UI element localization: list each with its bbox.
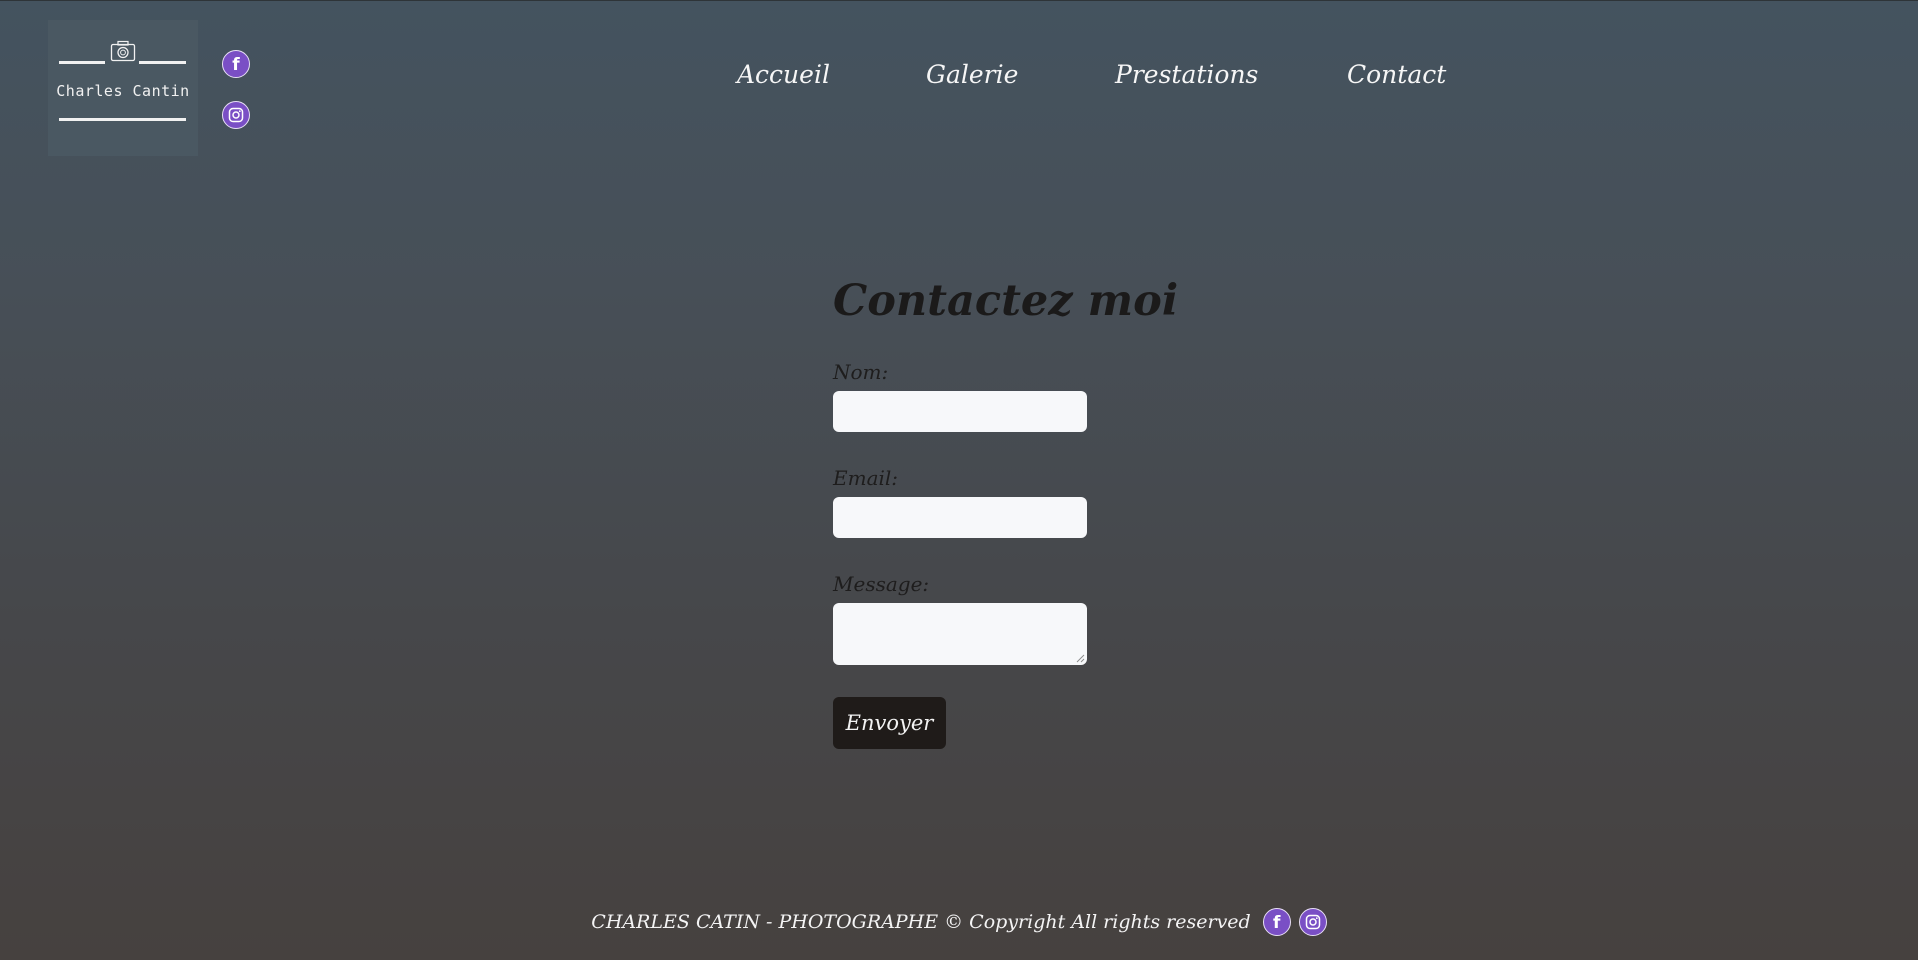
main-nav: Accueil Galerie Prestations Contact: [0, 60, 1918, 100]
page-title: Contactez moi: [833, 276, 1179, 326]
email-field[interactable]: [833, 497, 1087, 538]
name-field[interactable]: [833, 391, 1087, 432]
nav-item-galerie[interactable]: Galerie: [926, 60, 1018, 89]
instagram-icon[interactable]: [222, 101, 250, 129]
footer: CHARLES CATIN - PHOTOGRAPHE © Copyright …: [0, 904, 1918, 940]
message-field[interactable]: [833, 603, 1087, 665]
logo-line-bottom: [59, 118, 186, 121]
camera-icon: [110, 40, 136, 62]
top-border: [0, 0, 1918, 1]
nav-item-accueil[interactable]: Accueil: [737, 60, 830, 89]
nav-item-contact[interactable]: Contact: [1347, 60, 1446, 89]
message-label: Message:: [833, 572, 930, 596]
email-label: Email:: [833, 466, 899, 490]
instagram-icon[interactable]: [1298, 908, 1327, 936]
facebook-icon[interactable]: f: [1262, 908, 1291, 936]
resize-handle-icon[interactable]: [1075, 653, 1085, 663]
name-label: Nom:: [833, 360, 889, 384]
nav-item-prestations[interactable]: Prestations: [1115, 60, 1258, 89]
submit-button[interactable]: Envoyer: [833, 697, 946, 749]
footer-copyright: CHARLES CATIN - PHOTOGRAPHE © Copyright …: [591, 911, 1251, 933]
